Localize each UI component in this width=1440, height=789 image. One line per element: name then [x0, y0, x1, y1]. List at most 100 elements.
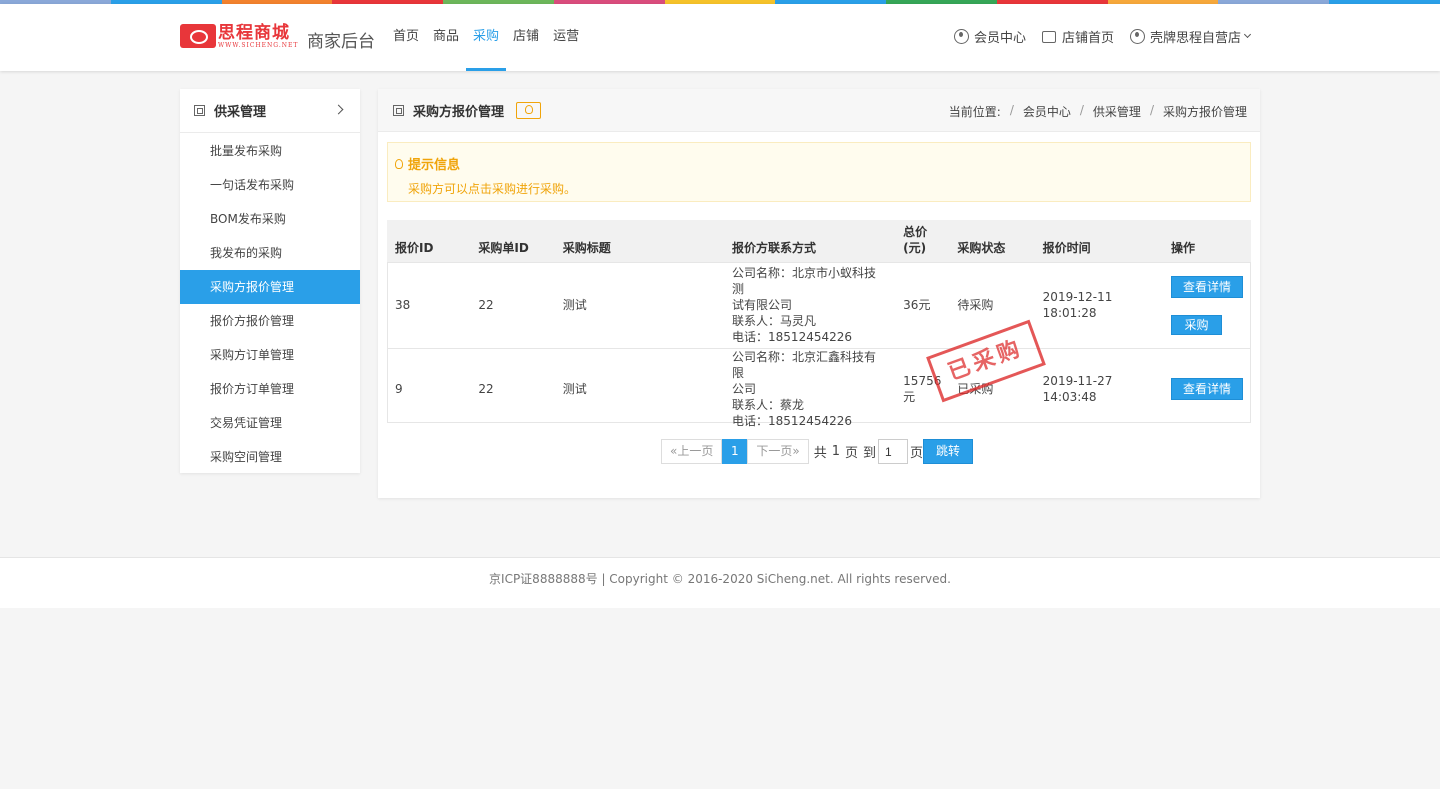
tip-title-text: 提示信息: [408, 158, 461, 173]
contact-line: 联系人：蔡龙: [732, 397, 805, 412]
purchase-button[interactable]: 采购: [1170, 314, 1222, 335]
sidebar-item[interactable]: 批量发布采购: [180, 134, 360, 168]
chevron-down-icon: [1243, 30, 1252, 39]
chevron-right-icon: [333, 104, 344, 115]
panel-header: 采购方报价管理 当前位置: / 会员中心 / 供采管理 / 采购方报价管理: [378, 89, 1260, 132]
col-status: 采购状态: [949, 220, 1035, 262]
tip-title: 提示信息: [395, 154, 460, 173]
col-title: 采购标题: [554, 220, 725, 262]
quote-table: 报价ID 采购单ID 采购标题 报价方联系方式 总价 (元) 采购状态 报价时间…: [387, 220, 1251, 429]
breadcrumb-label: 当前位置:: [948, 105, 1001, 119]
menu-square-icon: [194, 105, 205, 116]
jump-button[interactable]: 跳转: [923, 439, 974, 464]
sidebar-item[interactable]: 采购方报价管理: [180, 270, 360, 304]
store-dropdown[interactable]: 壳牌思程自营店: [1129, 27, 1252, 46]
total-pages: 1: [831, 444, 840, 459]
view-detail-button[interactable]: 查看详情: [1170, 377, 1243, 400]
col-quote-id: 报价ID: [387, 220, 471, 262]
cell-contact: 公司名称：北京市小蚁科技测 试有限公司 联系人：马灵凡 电话：185124542…: [724, 261, 896, 348]
tip-box: 提示信息 采购方可以点击采购进行采购。: [387, 142, 1251, 202]
breadcrumb-member-center[interactable]: 会员中心: [1023, 103, 1071, 120]
cell-title: 测试: [554, 347, 725, 429]
sidebar-item[interactable]: 采购方订单管理: [180, 338, 360, 372]
table-row: 9 22 测试 公司名称：北京汇鑫科技有限 公司 联系人：蔡龙 电话：18512…: [387, 319, 1251, 429]
col-action: 操作: [1162, 220, 1251, 262]
nav-home[interactable]: 首页: [393, 4, 419, 71]
shop-icon: [1041, 30, 1056, 43]
sidebar-item[interactable]: 交易凭证管理: [180, 406, 360, 440]
shop-home-label: 店铺首页: [1061, 31, 1114, 46]
table-row: 38 22 测试 公司名称：北京市小蚁科技测 试有限公司 联系人：马灵凡 电话：…: [387, 261, 1251, 348]
site-logo[interactable]: 思程商城 WWW.SICHENG.NET: [180, 24, 298, 50]
contact-line: 公司: [732, 381, 757, 396]
account-icon: [1129, 29, 1145, 44]
sidebar-item[interactable]: 报价方报价管理: [180, 304, 360, 338]
status-text: 已采购: [957, 381, 994, 396]
main-nav: 首页 商品 采购 店铺 运营: [393, 4, 593, 71]
top-right-menu: 会员中心 店铺首页 壳牌思程自营店: [938, 27, 1252, 46]
cell-actions: 查看详情 采购: [1162, 261, 1251, 348]
pagination: «上一页 1 下一页» 共 1 页 到 页 跳转: [661, 439, 974, 464]
cell-time: 2019-11-27 14:03:48: [1034, 347, 1163, 429]
view-detail-button[interactable]: 查看详情: [1170, 275, 1243, 298]
contact-line: 公司名称：北京市小蚁科技测: [732, 266, 877, 296]
sidebar-item[interactable]: 我发布的采购: [180, 236, 360, 270]
contact-line: 电话：18512454226: [732, 330, 853, 344]
goto-suffix: 页: [910, 446, 924, 461]
col-time: 报价时间: [1034, 220, 1163, 262]
logo-cn-text: 思程商城: [218, 23, 290, 43]
table-header-row: 报价ID 采购单ID 采购标题 报价方联系方式 总价 (元) 采购状态 报价时间…: [387, 220, 1251, 262]
shop-home-link[interactable]: 店铺首页: [1041, 27, 1114, 46]
page-word: 页: [844, 446, 858, 461]
sidebar-item[interactable]: 报价方订单管理: [180, 372, 360, 406]
nav-operation[interactable]: 运营: [553, 4, 579, 71]
tip-bulb-icon: [395, 158, 403, 169]
next-page-button[interactable]: 下一页»: [747, 439, 809, 464]
breadcrumb: 当前位置: / 会员中心 / 供采管理 / 采购方报价管理: [948, 103, 1247, 120]
panel-square-icon: [393, 104, 404, 116]
contact-line: 试有限公司: [732, 298, 793, 312]
cell-order-id: 22: [470, 261, 555, 348]
contact-line: 公司名称：北京汇鑫科技有限: [732, 349, 877, 380]
sidebar-item[interactable]: BOM发布采购: [180, 202, 360, 236]
nav-goods[interactable]: 商品: [433, 4, 459, 71]
time-date: 2019-11-27: [1042, 373, 1113, 388]
prev-page-button[interactable]: «上一页: [661, 439, 723, 464]
sidebar-item[interactable]: 采购空间管理: [180, 440, 360, 474]
cell-title: 测试: [554, 261, 725, 348]
price-unit: 元: [903, 389, 916, 404]
cell-status: 待采购: [949, 261, 1035, 348]
cell-status: 已采购 已采购: [926, 319, 1047, 429]
cell-contact: 公司名称：北京汇鑫科技有限 公司 联系人：蔡龙 电话：18512454226: [724, 347, 896, 429]
sidebar: 供采管理 批量发布采购 一句话发布采购 BOM发布采购 我发布的采购 采购方报价管理 报价…: [180, 89, 360, 473]
current-page[interactable]: 1: [722, 439, 748, 464]
price-value: 15756: [903, 373, 942, 388]
time-clock: 14:03:48: [1042, 389, 1097, 404]
sidebar-list: 批量发布采购 一句话发布采购 BOM发布采购 我发布的采购 采购方报价管理 报价方报价管理…: [180, 133, 360, 474]
col-contact: 报价方联系方式: [724, 220, 896, 262]
cell-time: 2019-12-11 18:01:28: [1034, 261, 1163, 348]
total-prefix: 共: [813, 446, 827, 461]
time-date: 2019-12-11: [1042, 290, 1113, 304]
sidebar-item[interactable]: 一句话发布采购: [180, 168, 360, 202]
member-center-link[interactable]: 会员中心: [953, 27, 1026, 46]
nav-purchase[interactable]: 采购: [466, 4, 507, 71]
breadcrumb-supply[interactable]: 供采管理: [1093, 103, 1141, 120]
cell-actions: 查看详情: [1162, 347, 1251, 429]
contact-line: 联系人：马灵凡: [732, 314, 817, 328]
goto-prefix: 到: [863, 446, 877, 461]
col-total-price: 总价 (元): [895, 220, 950, 262]
sidebar-header[interactable]: 供采管理: [180, 89, 360, 133]
logo-icon: [180, 24, 216, 48]
user-circle-icon: [953, 29, 969, 44]
page-jump-input[interactable]: [878, 439, 909, 464]
bulb-icon[interactable]: [516, 101, 542, 119]
member-center-label: 会员中心: [973, 31, 1026, 46]
app-subtitle: 商家后台: [307, 32, 375, 52]
logo-en-text: WWW.SICHENG.NET: [218, 42, 299, 49]
cell-quote-id: 38: [387, 261, 471, 348]
sidebar-title: 供采管理: [214, 105, 267, 120]
tip-text: 采购方可以点击采购进行采购。: [408, 182, 577, 196]
cell-price: 15756 元: [895, 347, 950, 429]
nav-shop[interactable]: 店铺: [513, 4, 539, 71]
